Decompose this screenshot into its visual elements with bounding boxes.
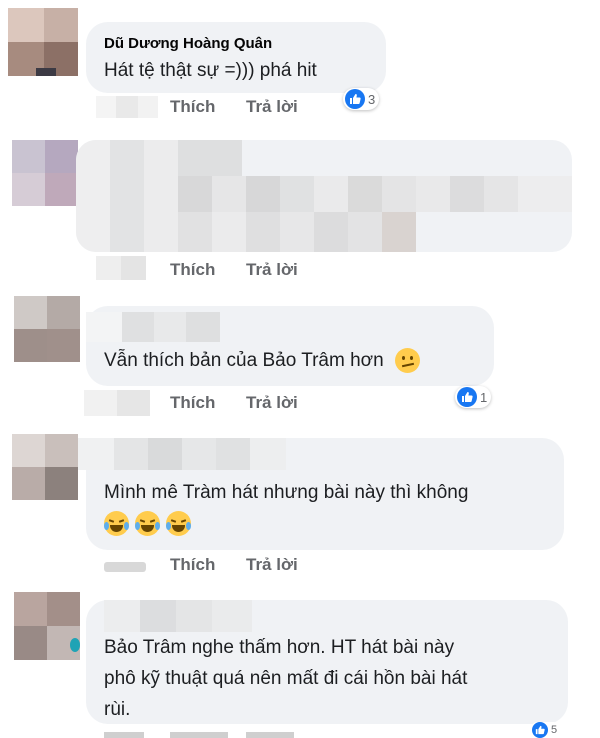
reply-button[interactable]: Trả lời [246,393,298,413]
reaction-count: 5 [551,724,558,736]
reaction-count: 3 [368,91,376,107]
comment-text: Mình mê Tràm hát nhưng bài này thì không [104,482,469,503]
comment-text: Vẫn thích bản của Bảo Trâm hơn [104,345,420,376]
tears-of-joy-emoji [166,511,191,536]
comment-text: Bảo Trâm nghe thấm hơn. HT hát bài này p… [104,632,467,725]
tears-of-joy-emoji [104,511,129,536]
comment-timestamp[interactable] [104,562,146,572]
avatar[interactable] [12,140,78,206]
comment-timestamp[interactable] [84,390,150,416]
emoji-row [104,511,191,536]
avatar[interactable] [14,296,80,362]
like-button[interactable]: Thích [170,97,215,117]
avatar[interactable] [14,592,80,660]
comment-text-content: Vẫn thích bản của Bảo Trâm hơn [104,350,384,371]
reaction-summary[interactable]: 1 [455,386,492,408]
reaction-summary[interactable]: 3 [343,88,380,110]
comment-text-line: phô kỹ thuật quá nên mất đi cái hồn bài … [104,668,468,689]
reply-button[interactable]: Trả lời [246,97,298,117]
tears-of-joy-emoji [135,511,160,536]
reply-button[interactable]: Trả lời [246,555,298,575]
author-name-redacted [86,306,226,342]
reaction-summary[interactable]: 5 [530,722,562,738]
comment-bubble [76,140,572,252]
comment-text: Hát tệ thật sự =))) phá hit [104,60,317,81]
comment-author[interactable]: Dũ Dương Hoàng Quân [104,35,272,52]
like-icon [457,387,477,407]
like-button[interactable]: Thích [170,555,215,575]
comment-text-line: Bảo Trâm nghe thấm hơn. HT hát bài này [104,637,455,658]
like-button[interactable]: Thích [170,393,215,413]
author-name-redacted [78,438,288,470]
author-name-redacted [104,600,254,632]
reaction-count: 1 [480,389,488,405]
like-button[interactable]: Thích [170,260,215,280]
avatar[interactable] [12,434,78,500]
comment-text-line: rùi. [104,699,131,720]
reply-button[interactable]: Trả lời [246,260,298,280]
like-icon [345,89,365,109]
comment-timestamp[interactable] [96,256,146,280]
comment-timestamp[interactable] [104,732,294,738]
avatar[interactable] [8,8,78,76]
comment-timestamp[interactable] [96,96,158,118]
like-icon [532,722,548,738]
confused-face-emoji [394,348,420,374]
